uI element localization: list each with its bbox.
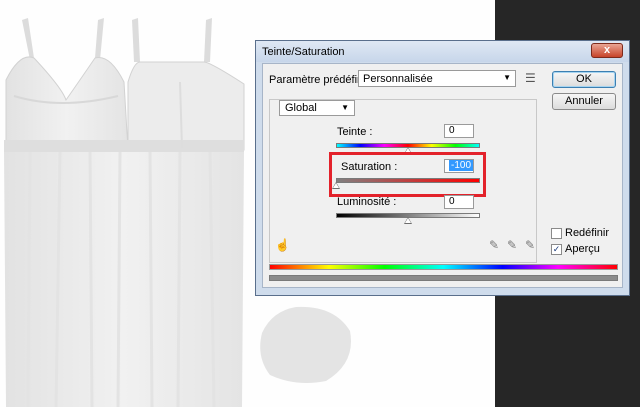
ok-button[interactable]: OK	[552, 71, 616, 88]
hue-saturation-dialog: Teinte/Saturation x Paramètre prédéfini …	[255, 40, 630, 296]
close-button[interactable]: x	[591, 43, 623, 58]
hue-value-field[interactable]: 0	[444, 124, 474, 138]
gray-blob-shape	[260, 306, 351, 383]
lightness-slider-thumb[interactable]	[404, 217, 412, 224]
input-color-spectrum	[269, 264, 618, 270]
preset-dropdown[interactable]: Personnalisée ▼	[358, 70, 516, 87]
preview-checkbox[interactable]: ✓	[551, 244, 562, 255]
eyedropper-icon[interactable]: ✎	[489, 238, 499, 252]
output-color-bar	[269, 275, 618, 281]
colorize-checkbox[interactable]	[551, 228, 562, 239]
eyedropper-minus-icon[interactable]: ✎	[525, 238, 535, 252]
lightness-value-field[interactable]: 0	[444, 195, 474, 209]
colorize-label: Redéfinir	[565, 227, 610, 239]
chevron-down-icon: ▼	[341, 103, 349, 112]
dialog-content: Paramètre prédéfini : Personnalisée ▼ ☰ …	[262, 63, 623, 288]
hand-adjust-icon[interactable]: ☝	[275, 238, 290, 252]
hue-value: 0	[449, 125, 455, 136]
chevron-down-icon: ▼	[503, 73, 511, 82]
dialog-titlebar[interactable]: Teinte/Saturation x	[256, 41, 629, 62]
preset-options-icon[interactable]: ☰	[525, 71, 536, 85]
lightness-value: 0	[449, 196, 455, 207]
saturation-highlight-box	[329, 152, 486, 197]
lightness-label: Luminosité :	[337, 196, 397, 208]
dress-image	[4, 18, 245, 407]
channel-value: Global	[285, 102, 317, 114]
dialog-title: Teinte/Saturation	[262, 46, 345, 58]
preset-value: Personnalisée	[363, 73, 433, 85]
cancel-button[interactable]: Annuler	[552, 93, 616, 110]
preset-label: Paramètre prédéfini :	[269, 74, 372, 86]
eyedropper-plus-icon[interactable]: ✎	[507, 238, 517, 252]
preview-label: Aperçu	[565, 243, 600, 255]
channel-dropdown[interactable]: Global ▼	[279, 100, 355, 116]
hue-label: Teinte :	[337, 126, 373, 138]
